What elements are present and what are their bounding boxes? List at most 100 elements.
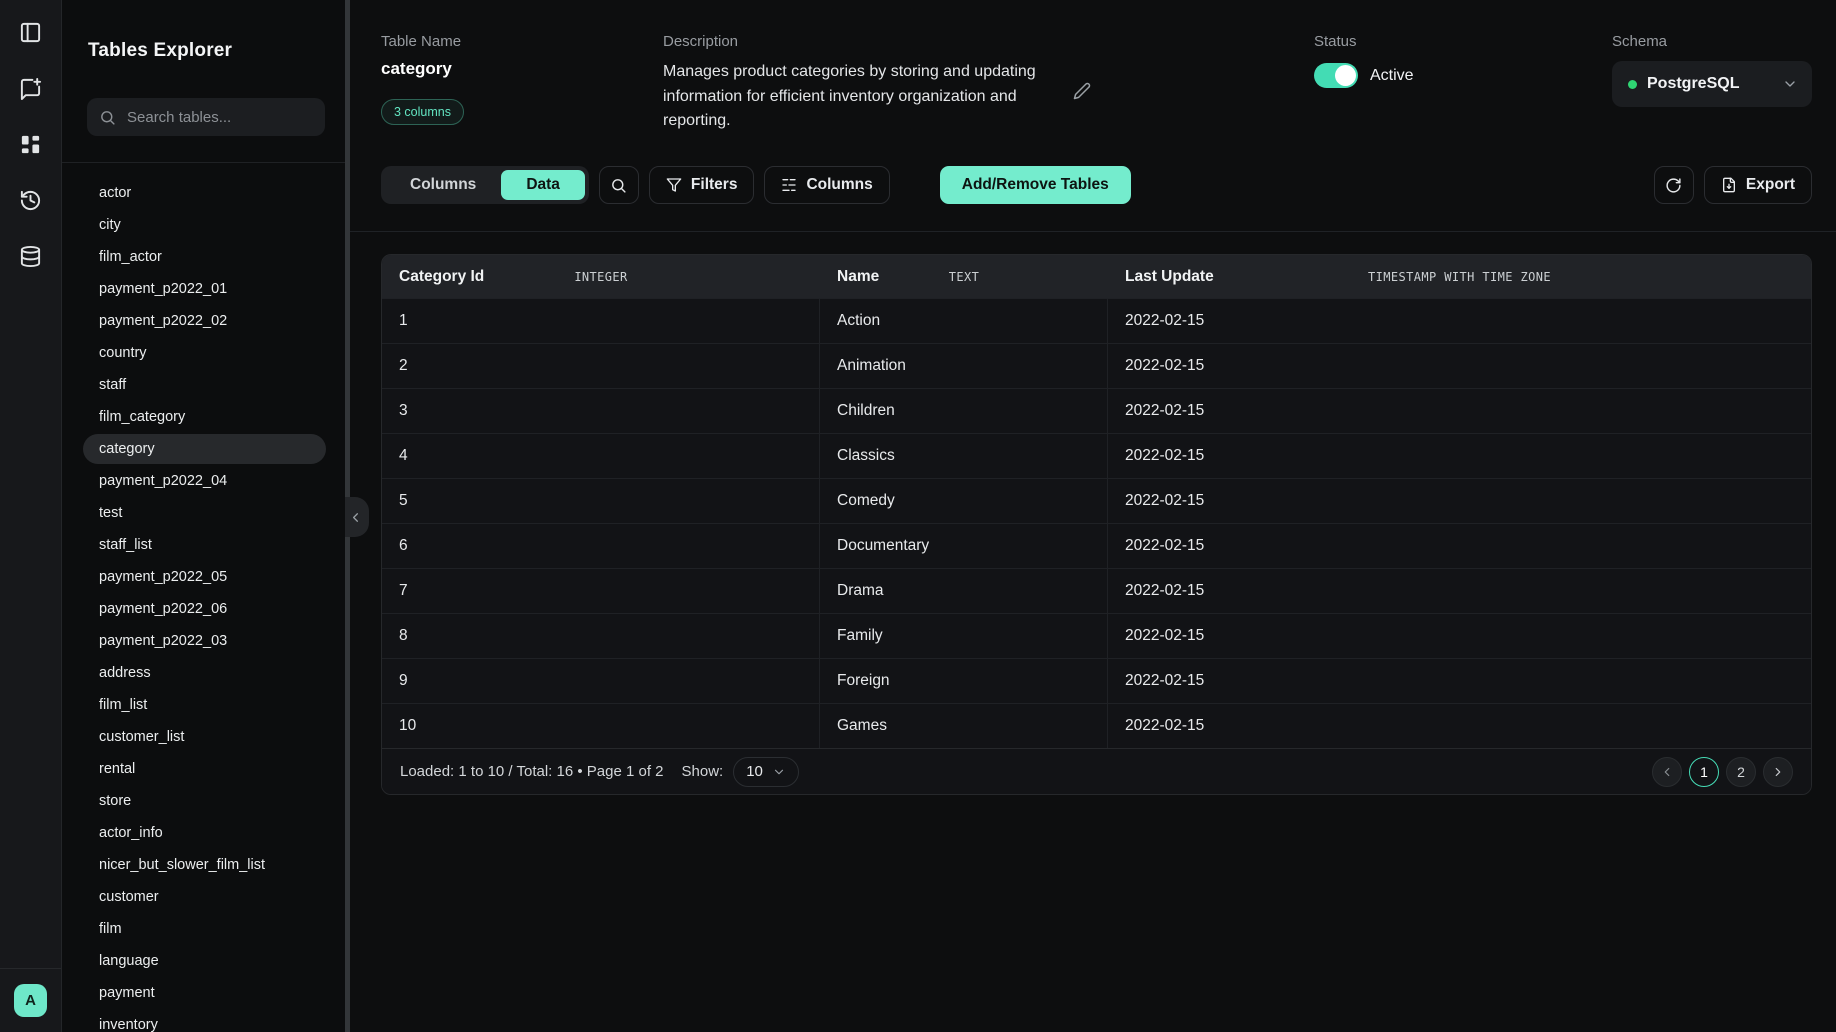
chevron-down-icon (772, 765, 786, 779)
message-square-plus-icon (19, 77, 42, 100)
column-name: Last Update (1125, 268, 1214, 286)
toolbar-divider (350, 231, 1836, 232)
pencil-icon (1073, 82, 1091, 100)
sidebar-item[interactable]: language (83, 946, 326, 976)
sidebar-collapse-button[interactable] (345, 497, 369, 537)
table-row[interactable]: 8 Family 2022-02-15 (382, 613, 1811, 658)
sidebar-item[interactable]: payment_p2022_05 (83, 562, 326, 592)
sidebar-toggle-button[interactable] (13, 15, 49, 49)
schema-select[interactable]: PostgreSQL (1612, 61, 1812, 107)
table-row[interactable]: 5 Comedy 2022-02-15 (382, 478, 1811, 523)
cell-name: Family (820, 614, 1108, 658)
table-row[interactable]: 10 Games 2022-02-15 (382, 703, 1811, 748)
sidebar-item[interactable]: customer_list (83, 722, 326, 752)
new-chat-button[interactable] (13, 71, 49, 105)
refresh-button[interactable] (1654, 166, 1694, 204)
sidebar-item[interactable]: film_list (83, 690, 326, 720)
table-row[interactable]: 4 Classics 2022-02-15 (382, 433, 1811, 478)
sidebar-item[interactable]: staff_list (83, 530, 326, 560)
tab-columns[interactable]: Columns (385, 170, 501, 200)
sidebar-item[interactable]: nicer_but_slower_film_list (83, 850, 326, 880)
sidebar-item[interactable]: film_category (83, 402, 326, 432)
export-button-label: Export (1746, 176, 1795, 194)
page-button[interactable]: 2 (1726, 757, 1756, 787)
sidebar-item[interactable]: actor (83, 178, 326, 208)
add-remove-tables-button[interactable]: Add/Remove Tables (940, 166, 1131, 204)
view-tabs: Columns Data (381, 166, 589, 204)
sidebar-item[interactable]: payment_p2022_02 (83, 306, 326, 336)
edit-description-button[interactable] (1073, 82, 1091, 102)
status-toggle[interactable] (1314, 63, 1358, 88)
table-row[interactable]: 7 Drama 2022-02-15 (382, 568, 1811, 613)
filters-button-label: Filters (691, 176, 738, 194)
status-value: Active (1370, 67, 1414, 85)
page-size-select[interactable]: 10 (733, 757, 799, 787)
sidebar-item[interactable]: store (83, 786, 326, 816)
cell-last-update: 2022-02-15 (1108, 524, 1811, 568)
cell-name: Classics (820, 434, 1108, 478)
sidebar-item[interactable]: film (83, 914, 326, 944)
chevron-left-icon (1660, 765, 1674, 779)
history-button[interactable] (13, 183, 49, 217)
columns-button[interactable]: Columns (764, 166, 889, 204)
search-input[interactable] (125, 108, 313, 127)
database-button[interactable] (13, 239, 49, 273)
sidebar-item[interactable]: payment (83, 978, 326, 1008)
sidebar-item[interactable]: country (83, 338, 326, 368)
sidebar-item[interactable]: actor_info (83, 818, 326, 848)
table-row[interactable]: 1 Action 2022-02-15 (382, 298, 1811, 343)
prev-page-button[interactable] (1652, 757, 1682, 787)
sidebar-resizer[interactable] (345, 0, 350, 1032)
description-block: Description Manages product categories b… (663, 33, 1099, 133)
sidebar-item[interactable]: inventory (83, 1010, 326, 1032)
refresh-icon (1665, 177, 1682, 194)
app-root: A Tables Explorer actorcityfilm_actorpay… (0, 0, 1836, 1032)
column-name: Name (837, 268, 879, 286)
filters-button[interactable]: Filters (649, 166, 755, 204)
cell-last-update: 2022-02-15 (1108, 299, 1811, 343)
sidebar-item[interactable]: rental (83, 754, 326, 784)
description-label: Description (663, 33, 1099, 50)
cell-last-update: 2022-02-15 (1108, 479, 1811, 523)
sidebar-item[interactable]: payment_p2022_03 (83, 626, 326, 656)
page-button[interactable]: 1 (1689, 757, 1719, 787)
column-header-category-id: Category Id INTEGER (382, 255, 820, 298)
sidebar-item[interactable]: staff (83, 370, 326, 400)
table-row[interactable]: 6 Documentary 2022-02-15 (382, 523, 1811, 568)
schema-block: Schema PostgreSQL (1612, 33, 1812, 133)
export-button[interactable]: Export (1704, 166, 1812, 204)
page-size-value: 10 (746, 763, 763, 780)
search-data-button[interactable] (599, 166, 639, 204)
table-row[interactable]: 2 Animation 2022-02-15 (382, 343, 1811, 388)
sidebar-item[interactable]: payment_p2022_06 (83, 594, 326, 624)
sidebar: Tables Explorer actorcityfilm_actorpayme… (62, 0, 345, 1032)
grid-body: 1 Action 2022-02-15 2 Animation 2022-02-… (382, 298, 1811, 748)
cell-name: Foreign (820, 659, 1108, 703)
database-icon (19, 245, 42, 268)
table-row[interactable]: 3 Children 2022-02-15 (382, 388, 1811, 433)
sidebar-item[interactable]: test (83, 498, 326, 528)
schema-status-dot (1628, 80, 1637, 89)
cell-last-update: 2022-02-15 (1108, 389, 1811, 433)
status-label: Status (1314, 33, 1612, 50)
sidebar-item[interactable]: payment_p2022_04 (83, 466, 326, 496)
dashboard-button[interactable] (13, 127, 49, 161)
sidebar-item[interactable]: customer (83, 882, 326, 912)
table-row[interactable]: 9 Foreign 2022-02-15 (382, 658, 1811, 703)
search-icon (99, 109, 116, 126)
history-icon (19, 189, 42, 212)
sidebar-item[interactable]: film_actor (83, 242, 326, 272)
sidebar-item[interactable]: category (83, 434, 326, 464)
cell-category-id: 3 (382, 389, 820, 433)
sidebar-item[interactable]: payment_p2022_01 (83, 274, 326, 304)
tab-data[interactable]: Data (501, 170, 585, 200)
column-header-last-update: Last Update TIMESTAMP WITH TIME ZONE (1108, 255, 1811, 298)
status-block: Status Active (1314, 33, 1612, 133)
sidebar-item[interactable]: address (83, 658, 326, 688)
user-avatar[interactable]: A (14, 984, 47, 1017)
table-list: actorcityfilm_actorpayment_p2022_01payme… (62, 163, 345, 1032)
sidebar-item[interactable]: city (83, 210, 326, 240)
grid-footer: Loaded: 1 to 10 / Total: 16 • Page 1 of … (382, 748, 1811, 794)
cell-last-update: 2022-02-15 (1108, 704, 1811, 748)
next-page-button[interactable] (1763, 757, 1793, 787)
